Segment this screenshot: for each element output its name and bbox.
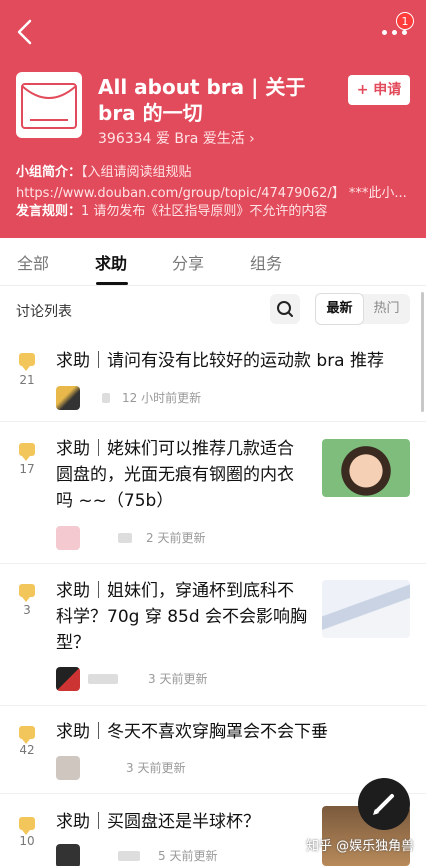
post-title: 求助｜姥妹们可以推荐几款适合圆盘的，光面无痕有钢圈的内衣吗 ~~（75b） [56,439,294,511]
post-item[interactable]: 17 求助｜姥妹们可以推荐几款适合圆盘的，光面无痕有钢圈的内衣吗 ~~（75b）… [0,422,426,564]
pencil-icon [373,794,394,815]
search-icon [277,301,293,317]
post-thumbnail[interactable] [322,580,410,638]
intro-label: 小组简介： [16,165,82,180]
rules-label: 发言规则： [16,204,82,219]
post-title: 求助｜请问有没有比较好的运动款 bra 推荐 [56,351,385,371]
post-time: 5 天前更新 [158,849,218,863]
group-rules[interactable]: 发言规则：1 请勿发布《社区指导原则》不允许的内容 [16,202,416,222]
post-item[interactable]: 21 求助｜请问有没有比较好的运动款 bra 推荐 12 小时前更新 [0,340,426,422]
back-icon[interactable] [14,18,36,46]
tab-all[interactable]: 全部 [17,250,49,274]
author-name [88,674,118,684]
comment-bubble-icon [19,726,35,744]
tab-group-affairs[interactable]: 组务 [250,250,282,274]
search-button[interactable] [270,294,300,324]
reply-count: 17 [19,462,35,476]
author-name [118,851,140,861]
comment-bubble-icon [19,443,35,461]
post-title: 求助｜姐妹们，穿通杯到底科不科学？70g 穿 85d 会不会影响胸型？ [56,581,308,653]
author-name [118,533,132,543]
avatar [56,844,80,866]
group-intro[interactable]: 小组简介：【入组请阅读组规贴 https://www.douban.com/gr… [16,162,416,204]
post-time: 2 天前更新 [146,531,206,545]
active-tab-indicator [96,282,128,285]
list-title: 讨论列表 [16,304,72,320]
post-item[interactable]: 3 求助｜姐妹们，穿通杯到底科不科学？70g 穿 85d 会不会影响胸型？ 3 … [0,564,426,706]
post-title: 求助｜买圆盘还是半球杯？ [56,812,260,832]
author-name [102,393,110,403]
tab-bar: 全部 求助 分享 组务 [0,238,426,286]
tab-share[interactable]: 分享 [172,250,204,274]
avatar [56,756,80,780]
watermark: 知乎 @娱乐独角兽 [306,839,415,854]
avatar [56,667,80,691]
comment-bubble-icon [19,584,35,602]
compose-button[interactable] [358,778,410,830]
sort-hot[interactable]: 热门 [363,294,410,324]
comment-bubble-icon [19,817,35,835]
reply-count: 3 [23,603,31,617]
sort-latest[interactable]: 最新 [316,294,363,324]
post-time: 3 天前更新 [148,672,208,686]
reply-count: 42 [19,743,35,757]
post-time: 12 小时前更新 [122,391,202,405]
comment-bubble-icon [19,353,35,371]
reply-count: 10 [19,834,35,848]
avatar [56,526,80,550]
post-thumbnail[interactable] [322,439,410,497]
group-logo [16,72,82,138]
notification-badge[interactable]: 1 [396,12,414,30]
reply-count: 21 [19,373,35,387]
group-title: All about bra | 关于 bra 的一切 [98,75,306,125]
apply-join-button[interactable]: + 申请 [348,75,410,105]
avatar [56,386,80,410]
group-header: 1 All about bra | 关于 bra 的一切 396334 爱 Br… [0,0,426,238]
post-title: 求助｜冬天不喜欢穿胸罩会不会下垂 [56,722,328,742]
group-member-count[interactable]: 396334 爱 Bra 爱生活 › [98,128,255,148]
post-time: 3 天前更新 [126,761,186,775]
rules-text: 1 请勿发布《社区指导原则》不允许的内容 [81,204,328,219]
sort-toggle: 最新 热门 [316,294,410,324]
tab-help[interactable]: 求助 [95,250,127,274]
list-header: 讨论列表 最新 热门 [0,292,426,330]
